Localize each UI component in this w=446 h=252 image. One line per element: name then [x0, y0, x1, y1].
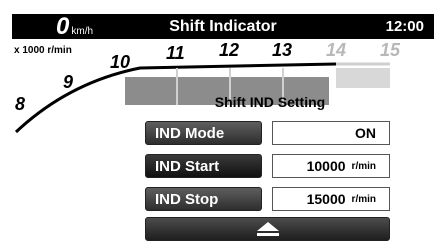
ind-start-button[interactable]: IND Start [145, 154, 262, 178]
screen: 0 km/h Shift Indicator 12:00 x 1000 r/mi… [0, 0, 446, 252]
ind-stop-value-text: 15000 [306, 191, 346, 207]
tick-14: 14 [326, 40, 347, 60]
setting-title: Shift IND Setting [214, 94, 326, 110]
tick-10: 10 [110, 52, 131, 72]
ind-start-value: 10000 r/min [272, 154, 390, 178]
back-button[interactable] [145, 217, 390, 241]
tick-12: 12 [219, 40, 240, 60]
ind-stop-unit: r/min [351, 193, 376, 205]
ind-start-unit: r/min [351, 160, 376, 172]
tick-9: 9 [63, 72, 74, 92]
tick-11: 11 [166, 43, 185, 63]
ind-stop-button[interactable]: IND Stop [145, 187, 262, 211]
tick-8: 8 [15, 94, 26, 114]
ind-mode-button[interactable]: IND Mode [145, 121, 262, 145]
ind-start-value-text: 10000 [306, 158, 346, 174]
ind-stop-value: 15000 r/min [272, 187, 390, 211]
ind-mode-value: ON [272, 121, 390, 145]
ind-mode-value-text: ON [355, 125, 376, 141]
rpm-bar-redzone [336, 68, 390, 88]
eject-icon [256, 222, 279, 236]
tick-13: 13 [272, 40, 293, 60]
tick-15: 15 [380, 40, 401, 60]
